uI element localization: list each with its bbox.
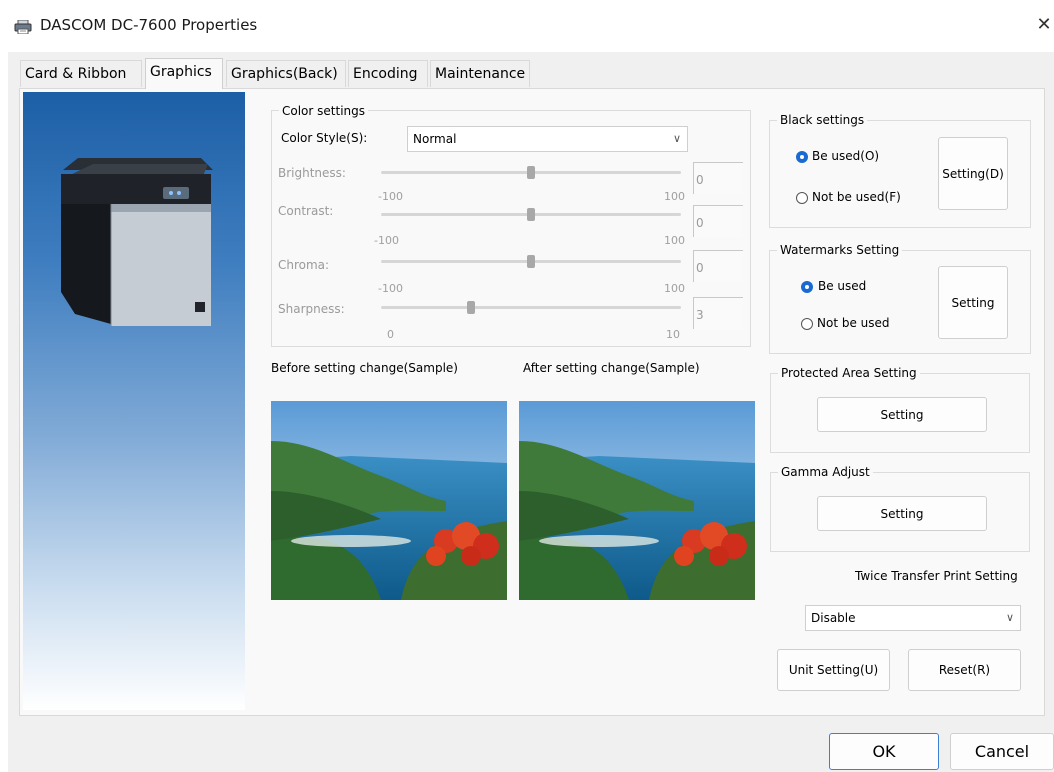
black-be-used-label[interactable]: Be used(O) [812, 149, 879, 163]
left-edge [0, 52, 8, 772]
brightness-min-label: -100 [378, 190, 403, 203]
tab-label: Maintenance [435, 66, 526, 82]
chroma-label: Chroma: [278, 258, 330, 272]
cancel-button[interactable]: Cancel [950, 733, 1054, 770]
watermark-not-used-radio[interactable] [801, 318, 813, 330]
chroma-value-field[interactable]: 0 [693, 250, 743, 282]
watermark-be-used-radio[interactable] [801, 281, 813, 293]
printer-illustration [61, 158, 213, 326]
protected-area-setting-button[interactable]: Setting [817, 397, 987, 432]
color-style-label: Color Style(S): [281, 131, 368, 145]
black-settings-title: Black settings [777, 113, 868, 127]
sharpness-max-label: 10 [666, 328, 680, 341]
contrast-label: Contrast: [278, 204, 334, 218]
color-style-value: Normal [413, 132, 457, 146]
twice-transfer-value: Disable [811, 611, 856, 625]
watermarks-title: Watermarks Setting [777, 243, 903, 257]
window-title: DASCOM DC-7600 Properties [40, 16, 258, 34]
tab-graphics-back[interactable]: Graphics(Back) [226, 60, 346, 87]
reset-button[interactable]: Reset(R) [908, 649, 1021, 691]
sharpness-slider-thumb[interactable] [467, 301, 475, 314]
color-style-select[interactable]: Normal ∨ [407, 126, 688, 152]
black-be-used-radio[interactable] [796, 151, 808, 163]
tab-graphics[interactable]: Graphics [145, 58, 223, 89]
before-sample-image [271, 401, 507, 600]
tab-label: Graphics [150, 64, 212, 80]
brightness-max-label: 100 [664, 190, 685, 203]
color-settings-title: Color settings [279, 104, 368, 118]
twice-transfer-label: Twice Transfer Print Setting [855, 569, 1018, 583]
black-not-used-radio[interactable] [796, 192, 808, 204]
chroma-slider-thumb[interactable] [527, 255, 535, 268]
ok-button[interactable]: OK [829, 733, 939, 770]
chevron-down-icon: ∨ [672, 132, 681, 145]
sharpness-slider-track[interactable] [381, 306, 681, 309]
chroma-min-label: -100 [378, 282, 403, 295]
sharpness-value-field[interactable]: 3 [693, 297, 743, 329]
printer-icon [14, 19, 32, 35]
close-icon[interactable]: ✕ [1034, 14, 1054, 38]
after-sample-label: After setting change(Sample) [523, 361, 700, 375]
black-not-used-label[interactable]: Not be used(F) [812, 190, 901, 204]
watermark-not-used-label[interactable]: Not be used [817, 316, 890, 330]
sharpness-min-label: 0 [387, 328, 394, 341]
sharpness-label: Sharpness: [278, 302, 345, 316]
gamma-adjust-title: Gamma Adjust [778, 465, 873, 479]
contrast-slider-thumb[interactable] [527, 208, 535, 221]
brightness-value-field[interactable]: 0 [693, 162, 743, 194]
printer-preview-pane [23, 92, 245, 710]
gamma-setting-button[interactable]: Setting [817, 496, 987, 531]
contrast-max-label: 100 [664, 234, 685, 247]
tab-maintenance[interactable]: Maintenance [430, 60, 530, 87]
chroma-max-label: 100 [664, 282, 685, 295]
twice-transfer-select[interactable]: Disable ∨ [805, 605, 1021, 631]
tab-label: Card & Ribbon [25, 66, 127, 82]
tab-card-ribbon[interactable]: Card & Ribbon [20, 60, 142, 87]
tab-label: Encoding [353, 66, 418, 82]
tab-encoding[interactable]: Encoding [348, 60, 428, 87]
contrast-value-field[interactable]: 0 [693, 205, 743, 237]
watermark-be-used-label[interactable]: Be used [818, 279, 866, 293]
protected-area-title: Protected Area Setting [778, 366, 920, 380]
brightness-slider-thumb[interactable] [527, 166, 535, 179]
after-sample-image [519, 401, 755, 600]
before-sample-label: Before setting change(Sample) [271, 361, 458, 375]
contrast-min-label: -100 [374, 234, 399, 247]
tab-label: Graphics(Back) [231, 66, 338, 82]
unit-setting-button[interactable]: Unit Setting(U) [777, 649, 890, 691]
watermark-setting-button[interactable]: Setting [938, 266, 1008, 339]
brightness-label: Brightness: [278, 166, 346, 180]
chevron-down-icon: ∨ [1005, 611, 1014, 624]
black-setting-button[interactable]: Setting(D) [938, 137, 1008, 210]
